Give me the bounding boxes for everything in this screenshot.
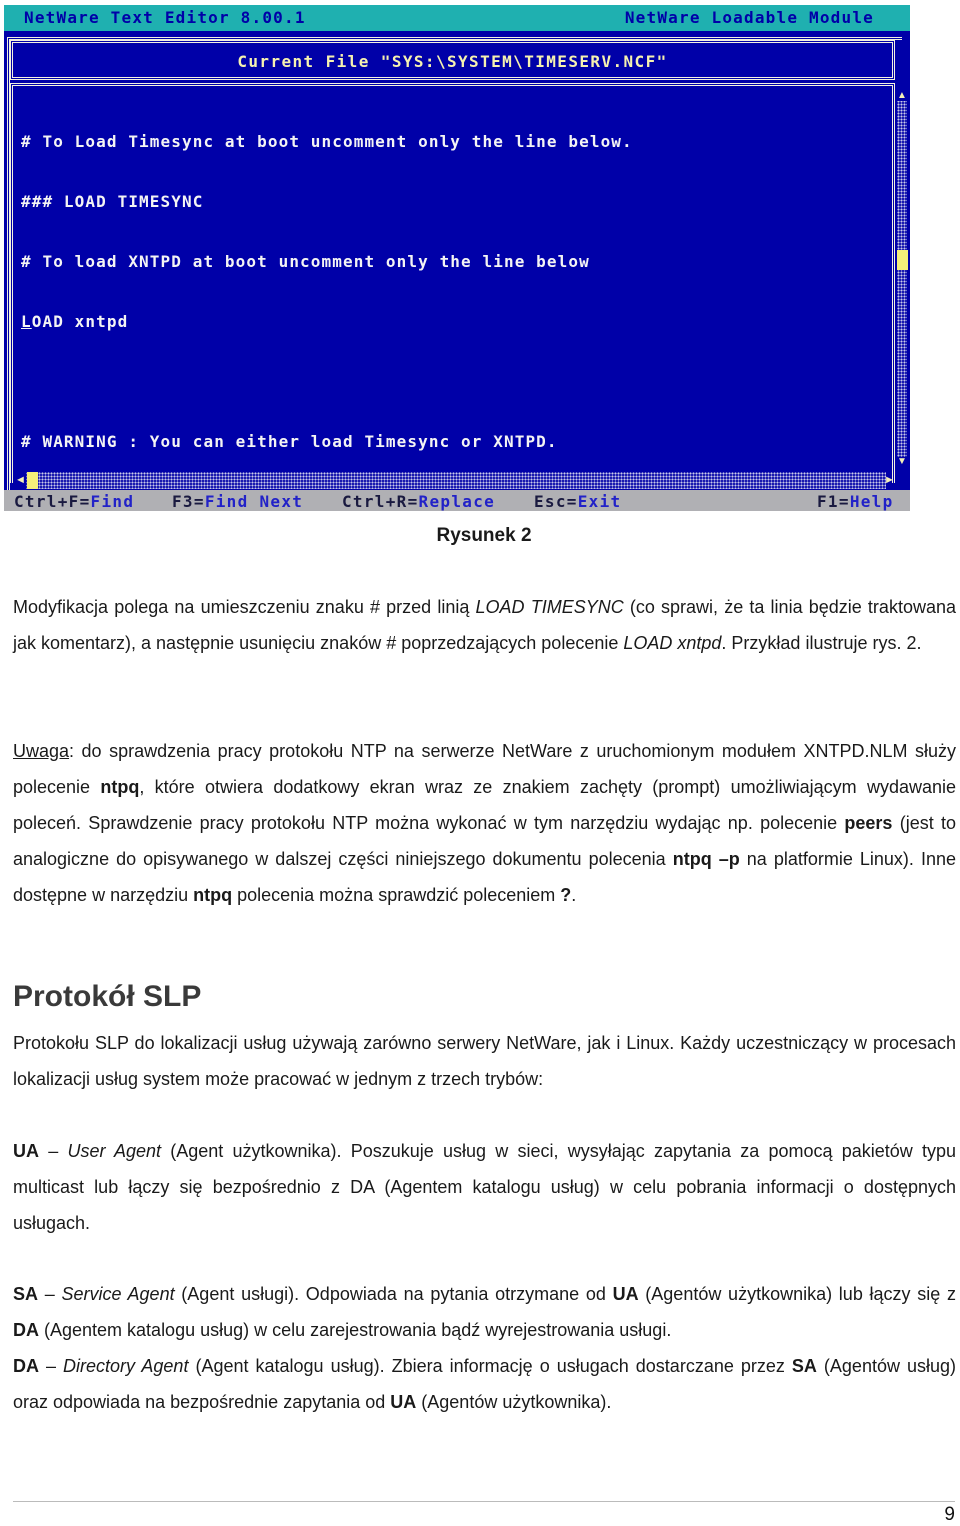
module-type-label: NetWare Loadable Module (624, 8, 874, 27)
editor-title: NetWare Text Editor 8.00.1 (24, 8, 306, 27)
scroll-down-arrow-icon[interactable]: ▼ (897, 457, 907, 467)
shortcut-help[interactable]: F1=Help (817, 492, 894, 511)
netware-editor-screenshot: NetWare Text Editor 8.00.1 NetWare Loada… (4, 5, 910, 511)
code-line: ### LOAD TIMESYNC (21, 192, 204, 211)
horizontal-scrollbar[interactable] (26, 472, 886, 489)
scroll-left-arrow-icon[interactable]: ◄ (15, 472, 26, 489)
paragraph-modification: Modyfikacja polega na umieszczeniu znaku… (13, 597, 956, 653)
shortcut-find-next[interactable]: F3=Find Next (172, 492, 303, 511)
shortcut-bar: Ctrl+F=Find F3=Find Next Ctrl+R=Replace … (4, 490, 910, 511)
current-file-label: Current File "SYS:\SYSTEM\TIMESERV.NCF" (237, 52, 668, 71)
paragraph-note: Uwaga: do sprawdzenia pracy protokołu NT… (13, 741, 956, 905)
note-label: Uwaga (13, 741, 70, 761)
shortcut-exit[interactable]: Esc=Exit (534, 492, 621, 511)
vertical-scrollbar[interactable] (897, 91, 907, 467)
current-file-box: Current File "SYS:\SYSTEM\TIMESERV.NCF" (10, 40, 895, 80)
paragraph-da: DA – Directory Agent (Agent katalogu usł… (13, 1356, 957, 1412)
vertical-scroll-thumb[interactable] (897, 250, 908, 270)
text-cursor: L (21, 312, 32, 331)
horizontal-scroll-thumb[interactable] (27, 472, 38, 489)
scroll-right-arrow-icon[interactable]: ► (884, 472, 895, 489)
footer-divider (13, 1501, 955, 1502)
paragraph-slp-intro: Protokołu SLP do lokalizacji usług używa… (13, 1033, 956, 1089)
file-content[interactable]: # To Load Timesync at boot uncomment onl… (21, 92, 633, 492)
figure-caption: Rysunek 2 (436, 525, 532, 546)
code-line-cursor: LOAD xntpd (21, 312, 633, 332)
paragraph-ua: UA – User Agent (Agent użytkownika). Pos… (13, 1141, 956, 1233)
shortcut-replace[interactable]: Ctrl+R=Replace (342, 492, 495, 511)
code-line-rest: OAD xntpd (31, 312, 129, 331)
paragraph-sa: SA – Service Agent (Agent usługi). Odpow… (13, 1284, 957, 1340)
page-number: 9 (944, 1504, 955, 1525)
scroll-up-arrow-icon[interactable]: ▲ (897, 91, 907, 101)
code-line: # WARNING : You can either load Timesync… (21, 432, 558, 451)
section-heading: Protokół SLP (13, 980, 202, 1013)
code-line: # To Load Timesync at boot uncomment onl… (21, 132, 633, 151)
shortcut-find[interactable]: Ctrl+F=Find (14, 492, 134, 511)
editor-title-bar: NetWare Text Editor 8.00.1 NetWare Loada… (4, 5, 910, 31)
editor-text-area[interactable]: # To Load Timesync at boot uncomment onl… (10, 83, 895, 483)
code-line: # To load XNTPD at boot uncomment only t… (21, 252, 590, 271)
